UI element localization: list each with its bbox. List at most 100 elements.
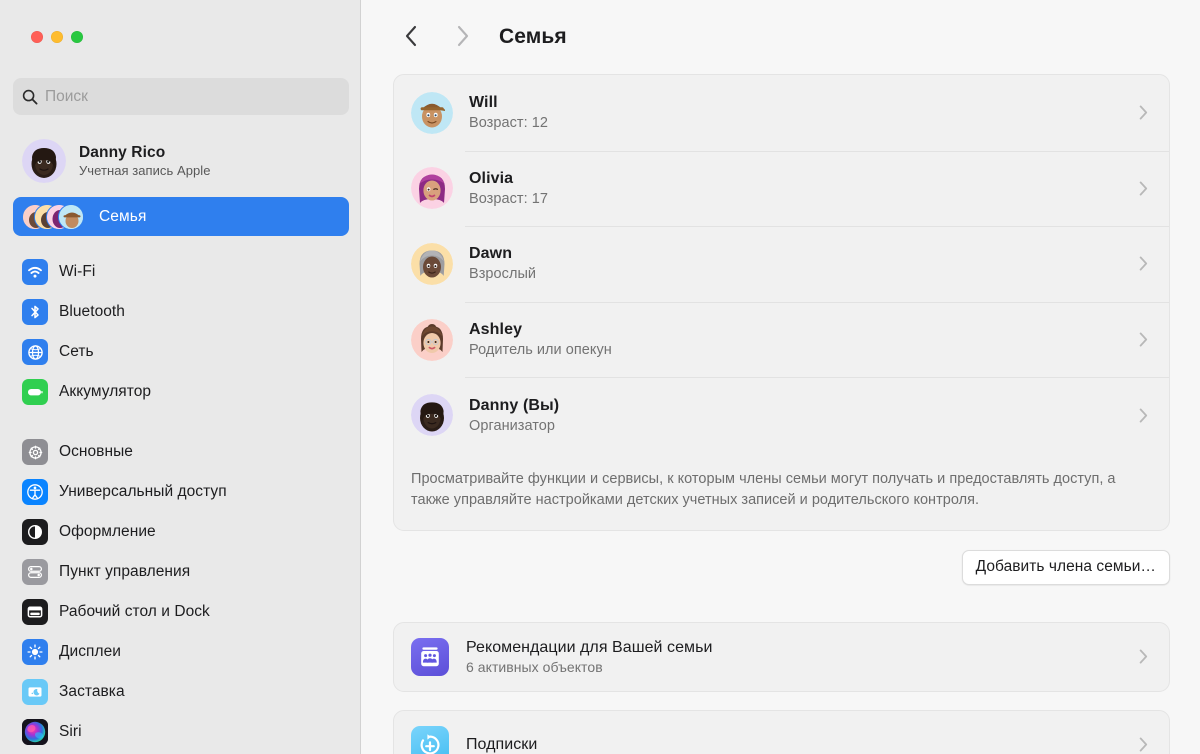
sidebar-item-general[interactable]: Основные (13, 432, 349, 472)
sidebar-item-label: Bluetooth (59, 303, 125, 320)
subscriptions-row[interactable]: Подписки (393, 709, 1170, 754)
sidebar-item-label: Заставка (59, 683, 125, 700)
gear-icon (22, 439, 48, 465)
member-role: Возраст: 12 (469, 115, 548, 132)
page-title: Семья (499, 25, 567, 48)
toolbar: Семья (361, 0, 1200, 74)
control-center-icon (22, 559, 48, 585)
screensaver-icon (22, 679, 48, 705)
account-subtitle: Учетная запись Apple (79, 163, 211, 178)
settings-content: Will Возраст: 12 Olivia Возраст: 17 Dawn… (361, 74, 1200, 754)
table-row[interactable]: Ashley Родитель или опекун (394, 301, 1169, 378)
sidebar-item-label: Siri (59, 723, 82, 740)
sidebar-item-label: Wi-Fi (59, 263, 96, 280)
sidebar-item-label: Пункт управления (59, 563, 191, 580)
sidebar-item-label: Аккумулятор (59, 383, 152, 400)
sidebar-item-label: Рабочий стол и Dock (59, 603, 210, 620)
table-row[interactable]: Danny (Вы) Организатор (394, 377, 1169, 453)
family-checklist-icon (411, 637, 449, 676)
member-role: Родитель или опекун (469, 342, 612, 359)
forward-button[interactable] (445, 19, 481, 55)
chevron-right-icon (1139, 649, 1151, 664)
chevron-right-icon (1139, 181, 1151, 196)
sidebar-item-appearance[interactable]: Оформление (13, 512, 349, 552)
main-content: Семья Will Возраст: 12 Olivia Возраст: 1… (361, 0, 1200, 754)
sidebar-item-displays[interactable]: Дисплеи (13, 632, 349, 672)
settings-nav-list: Wi-Fi Bluetooth Сеть Аккумулятор Основны… (13, 252, 349, 752)
sidebar-item-label: Сеть (59, 343, 94, 360)
member-name: Ashley (469, 321, 523, 339)
sidebar-item-apple-account[interactable]: Danny Rico Учетная запись Apple (13, 133, 349, 189)
section-title: Рекомендации для Вашей семьи (466, 638, 713, 656)
member-role: Взрослый (469, 266, 537, 283)
avatar (411, 91, 453, 134)
family-members-card: Will Возраст: 12 Olivia Возраст: 17 Dawn… (393, 74, 1170, 531)
battery-icon (22, 379, 48, 405)
sidebar-item-label: Оформление (59, 523, 156, 540)
avatar (411, 394, 453, 437)
member-role: Организатор (469, 417, 556, 434)
desktop-dock-icon (22, 599, 48, 625)
sidebar-item-accessibility[interactable]: Универсальный доступ (13, 472, 349, 512)
sidebar-item-wifi[interactable]: Wi-Fi (13, 252, 349, 292)
sidebar-item-desktop-dock[interactable]: Рабочий стол и Dock (13, 592, 349, 632)
close-button[interactable] (31, 31, 43, 43)
table-row[interactable]: Olivia Возраст: 17 (394, 150, 1169, 227)
family-avatars-icon (22, 203, 88, 231)
window-controls (31, 31, 83, 43)
section-subtitle: 6 активных объектов (466, 658, 603, 675)
minimize-button[interactable] (51, 31, 63, 43)
family-description: Просматривайте функции и сервисы, к кото… (411, 470, 1116, 509)
add-member-row: Добавить члена семьи… (393, 549, 1170, 585)
sidebar-item-family[interactable]: Семья (13, 197, 349, 236)
bluetooth-icon (22, 299, 48, 325)
wifi-icon (22, 259, 48, 285)
sidebar-item-siri[interactable]: Siri (13, 712, 349, 752)
system-settings-window: Danny Rico Учетная запись Apple (0, 0, 1200, 754)
sidebar-item-label: Основные (59, 443, 133, 460)
section-title: Подписки (466, 735, 538, 753)
back-button[interactable] (393, 19, 429, 55)
sidebar: Danny Rico Учетная запись Apple (0, 0, 361, 754)
siri-icon (22, 719, 48, 745)
avatar (411, 242, 453, 285)
sidebar-item-network[interactable]: Сеть (13, 332, 349, 372)
chevron-right-icon (1139, 105, 1151, 120)
chevron-right-icon (1139, 408, 1151, 423)
chevron-right-icon (1139, 332, 1151, 347)
sidebar-item-label: Дисплеи (59, 643, 121, 660)
chevron-right-icon (456, 25, 470, 50)
globe-icon (22, 339, 48, 365)
add-family-member-button[interactable]: Добавить члена семьи… (961, 549, 1170, 585)
sidebar-item-bluetooth[interactable]: Bluetooth (13, 292, 349, 332)
search-icon (22, 89, 38, 105)
sidebar-item-label: Семья (99, 207, 147, 225)
table-row[interactable]: Dawn Взрослый (394, 226, 1169, 302)
member-name: Will (469, 94, 498, 112)
avatar (22, 139, 66, 183)
search-input[interactable] (45, 78, 340, 115)
display-icon (22, 639, 48, 665)
sidebar-item-battery[interactable]: Аккумулятор (13, 372, 349, 412)
avatar (411, 318, 453, 361)
subscriptions-icon (411, 725, 449, 754)
member-role: Возраст: 17 (469, 190, 548, 207)
chevron-right-icon (1139, 256, 1151, 271)
appearance-icon (22, 519, 48, 545)
chevron-left-icon (404, 25, 418, 50)
table-row[interactable]: Will Возраст: 12 (394, 75, 1169, 151)
chevron-right-icon (1139, 737, 1151, 752)
member-name: Olivia (469, 169, 514, 187)
sidebar-item-screensaver[interactable]: Заставка (13, 672, 349, 712)
search-field[interactable] (13, 78, 349, 115)
zoom-button[interactable] (71, 31, 83, 43)
family-checklist-row[interactable]: Рекомендации для Вашей семьи 6 активных … (393, 621, 1170, 692)
member-name: Dawn (469, 245, 513, 263)
member-name: Danny (Вы) (469, 396, 560, 414)
nav-group-divider (13, 412, 349, 432)
accessibility-icon (22, 479, 48, 505)
account-name: Danny Rico (79, 144, 166, 161)
sidebar-item-label: Универсальный доступ (59, 483, 227, 500)
sidebar-item-control-center[interactable]: Пункт управления (13, 552, 349, 592)
avatar (411, 167, 453, 210)
